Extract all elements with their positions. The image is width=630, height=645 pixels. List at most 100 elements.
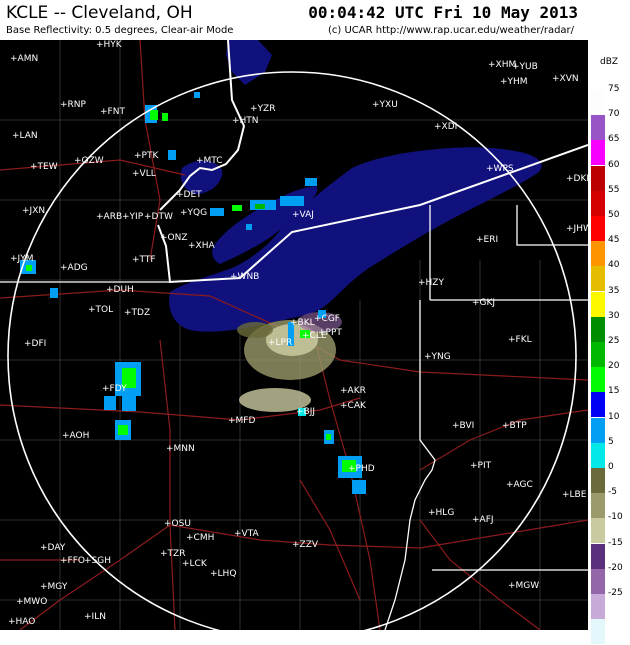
legend-label: 65	[608, 134, 620, 145]
city-label-jxn: +JXN	[22, 206, 45, 216]
city-label-vta: +VTA	[234, 529, 259, 539]
city-label-day: +DAY	[40, 543, 66, 553]
city-label-pit: +PIT	[470, 461, 492, 471]
legend-label: 10	[608, 411, 620, 422]
city-label-cgf: +CGF	[314, 314, 340, 324]
legend-swatch	[591, 291, 605, 318]
city-label-tzr: +TZR	[160, 549, 185, 559]
city-label-dkk: +DKK	[566, 174, 588, 184]
legend-label: 40	[608, 260, 620, 271]
city-label-amn: +AMN	[10, 54, 38, 64]
city-label-ptk: +PTK	[134, 151, 159, 161]
city-label-vll: +VLL	[132, 169, 156, 179]
legend-swatch	[591, 266, 605, 293]
station-title: KCLE -- Cleveland, OH	[6, 3, 193, 23]
legend-swatch	[591, 190, 605, 217]
legend-swatch	[591, 417, 605, 444]
legend-label: 55	[608, 184, 620, 195]
city-label-fdy: +FDY	[102, 384, 127, 394]
city-label-bkl: +BKL	[290, 318, 315, 328]
city-label-zzv: +ZZV	[292, 540, 319, 550]
echo-ptk	[168, 92, 200, 160]
city-label-fnt: +FNT	[100, 107, 125, 117]
city-label-tew: +TEW	[30, 162, 58, 172]
city-label-mnn: +MNN	[166, 444, 195, 454]
legend-label: -15	[608, 537, 623, 548]
legend-label: -20	[608, 562, 623, 573]
city-label-dtw: +DTW	[144, 212, 173, 222]
city-label-fkl: +FKL	[508, 335, 532, 345]
legend-swatch	[591, 216, 605, 242]
legend-swatch	[591, 493, 605, 520]
city-label-bvi: +BVI	[452, 421, 474, 431]
legend-swatch	[591, 518, 605, 545]
city-label-yzr: +YZR	[250, 104, 275, 114]
city-label-gkj: +GKJ	[472, 298, 495, 308]
city-label-yub: +YUB	[512, 62, 538, 72]
echo-fnt	[145, 105, 168, 123]
legend-swatch	[591, 568, 605, 595]
city-label-lan: +LAN	[12, 131, 38, 141]
city-label-yip: +YIP	[122, 212, 144, 222]
city-label-yxu: +YXU	[372, 100, 398, 110]
scan-mode: Base Reflectivity: 0.5 degrees, Clear-ai…	[6, 25, 234, 36]
legend-swatch	[591, 241, 605, 268]
echo-fdy	[104, 362, 141, 440]
city-label-afj: +AFJ	[472, 515, 494, 525]
city-label-lck: +LCK	[182, 559, 208, 569]
city-label-rnp: +RNP	[60, 100, 87, 110]
legend-label: 30	[608, 310, 620, 321]
legend-swatch	[591, 442, 605, 469]
legend-swatch	[591, 594, 605, 620]
city-label-phd: +PHD	[348, 464, 375, 474]
legend-swatch	[591, 140, 605, 167]
city-label-aoh: +AOH	[62, 431, 89, 441]
city-label-xdi: +XDI	[434, 122, 457, 132]
city-label-hyk: +HYK	[96, 40, 123, 50]
city-label-akr: +AKR	[340, 386, 366, 396]
city-label-bjj: +BJJ	[296, 407, 315, 417]
legend-label: 0	[608, 462, 614, 472]
city-label-jhw: +JHW	[566, 224, 588, 234]
city-label-tol: +TOL	[88, 305, 113, 315]
legend-label: -10	[608, 512, 623, 523]
legend-unit: dBZ	[600, 57, 619, 67]
header: KCLE -- Cleveland, OH 00:04:42 UTC Fri 1…	[0, 0, 630, 40]
legend-swatch	[591, 342, 605, 368]
legend-label: 60	[608, 159, 620, 170]
city-label-ttf: +TTF	[132, 255, 156, 265]
legend-swatch	[591, 392, 605, 419]
legend-swatch	[591, 316, 605, 343]
legend-swatch	[591, 543, 605, 570]
legend-swatch	[591, 115, 605, 142]
city-label-dfi: +DFI	[24, 339, 46, 349]
city-label-lhq: +LHQ	[210, 569, 236, 579]
city-label-wps: +WPS	[486, 164, 514, 174]
legend-swatch	[591, 165, 605, 192]
timestamp: 00:04:42 UTC Fri 10 May 2013	[308, 3, 578, 22]
legend-label: 20	[608, 361, 620, 372]
city-label-cmh: +CMH	[186, 533, 214, 543]
city-label-mgy: +MGY	[40, 582, 68, 592]
city-label-xha: +XHA	[188, 241, 215, 251]
legend-label: 25	[608, 336, 620, 346]
echo-jym	[20, 260, 58, 298]
city-label-yhm: +YHM	[500, 77, 528, 87]
city-label-wnb: +WNB	[230, 272, 259, 282]
legend-label: -5	[608, 487, 617, 498]
legend-label: 5	[608, 436, 614, 447]
legend-label: 45	[608, 235, 620, 246]
city-label-ozw: +OZW	[74, 156, 104, 166]
legend-swatch	[591, 367, 605, 394]
city-label-osu: +OSU	[164, 519, 191, 529]
legend-swatch	[591, 90, 605, 116]
city-label-cak: +CAK	[340, 401, 367, 411]
legend-label: 75	[608, 84, 620, 94]
city-label-vaj: +VAJ	[292, 210, 314, 220]
city-label-yng: +YNG	[424, 352, 451, 362]
city-label-hlg: +HLG	[428, 508, 454, 518]
city-label-eri: +ERI	[476, 235, 498, 245]
legend-label: 50	[608, 210, 620, 220]
city-label-mgw: +MGW	[508, 581, 539, 591]
city-label-ffo: +FFO	[60, 556, 85, 566]
